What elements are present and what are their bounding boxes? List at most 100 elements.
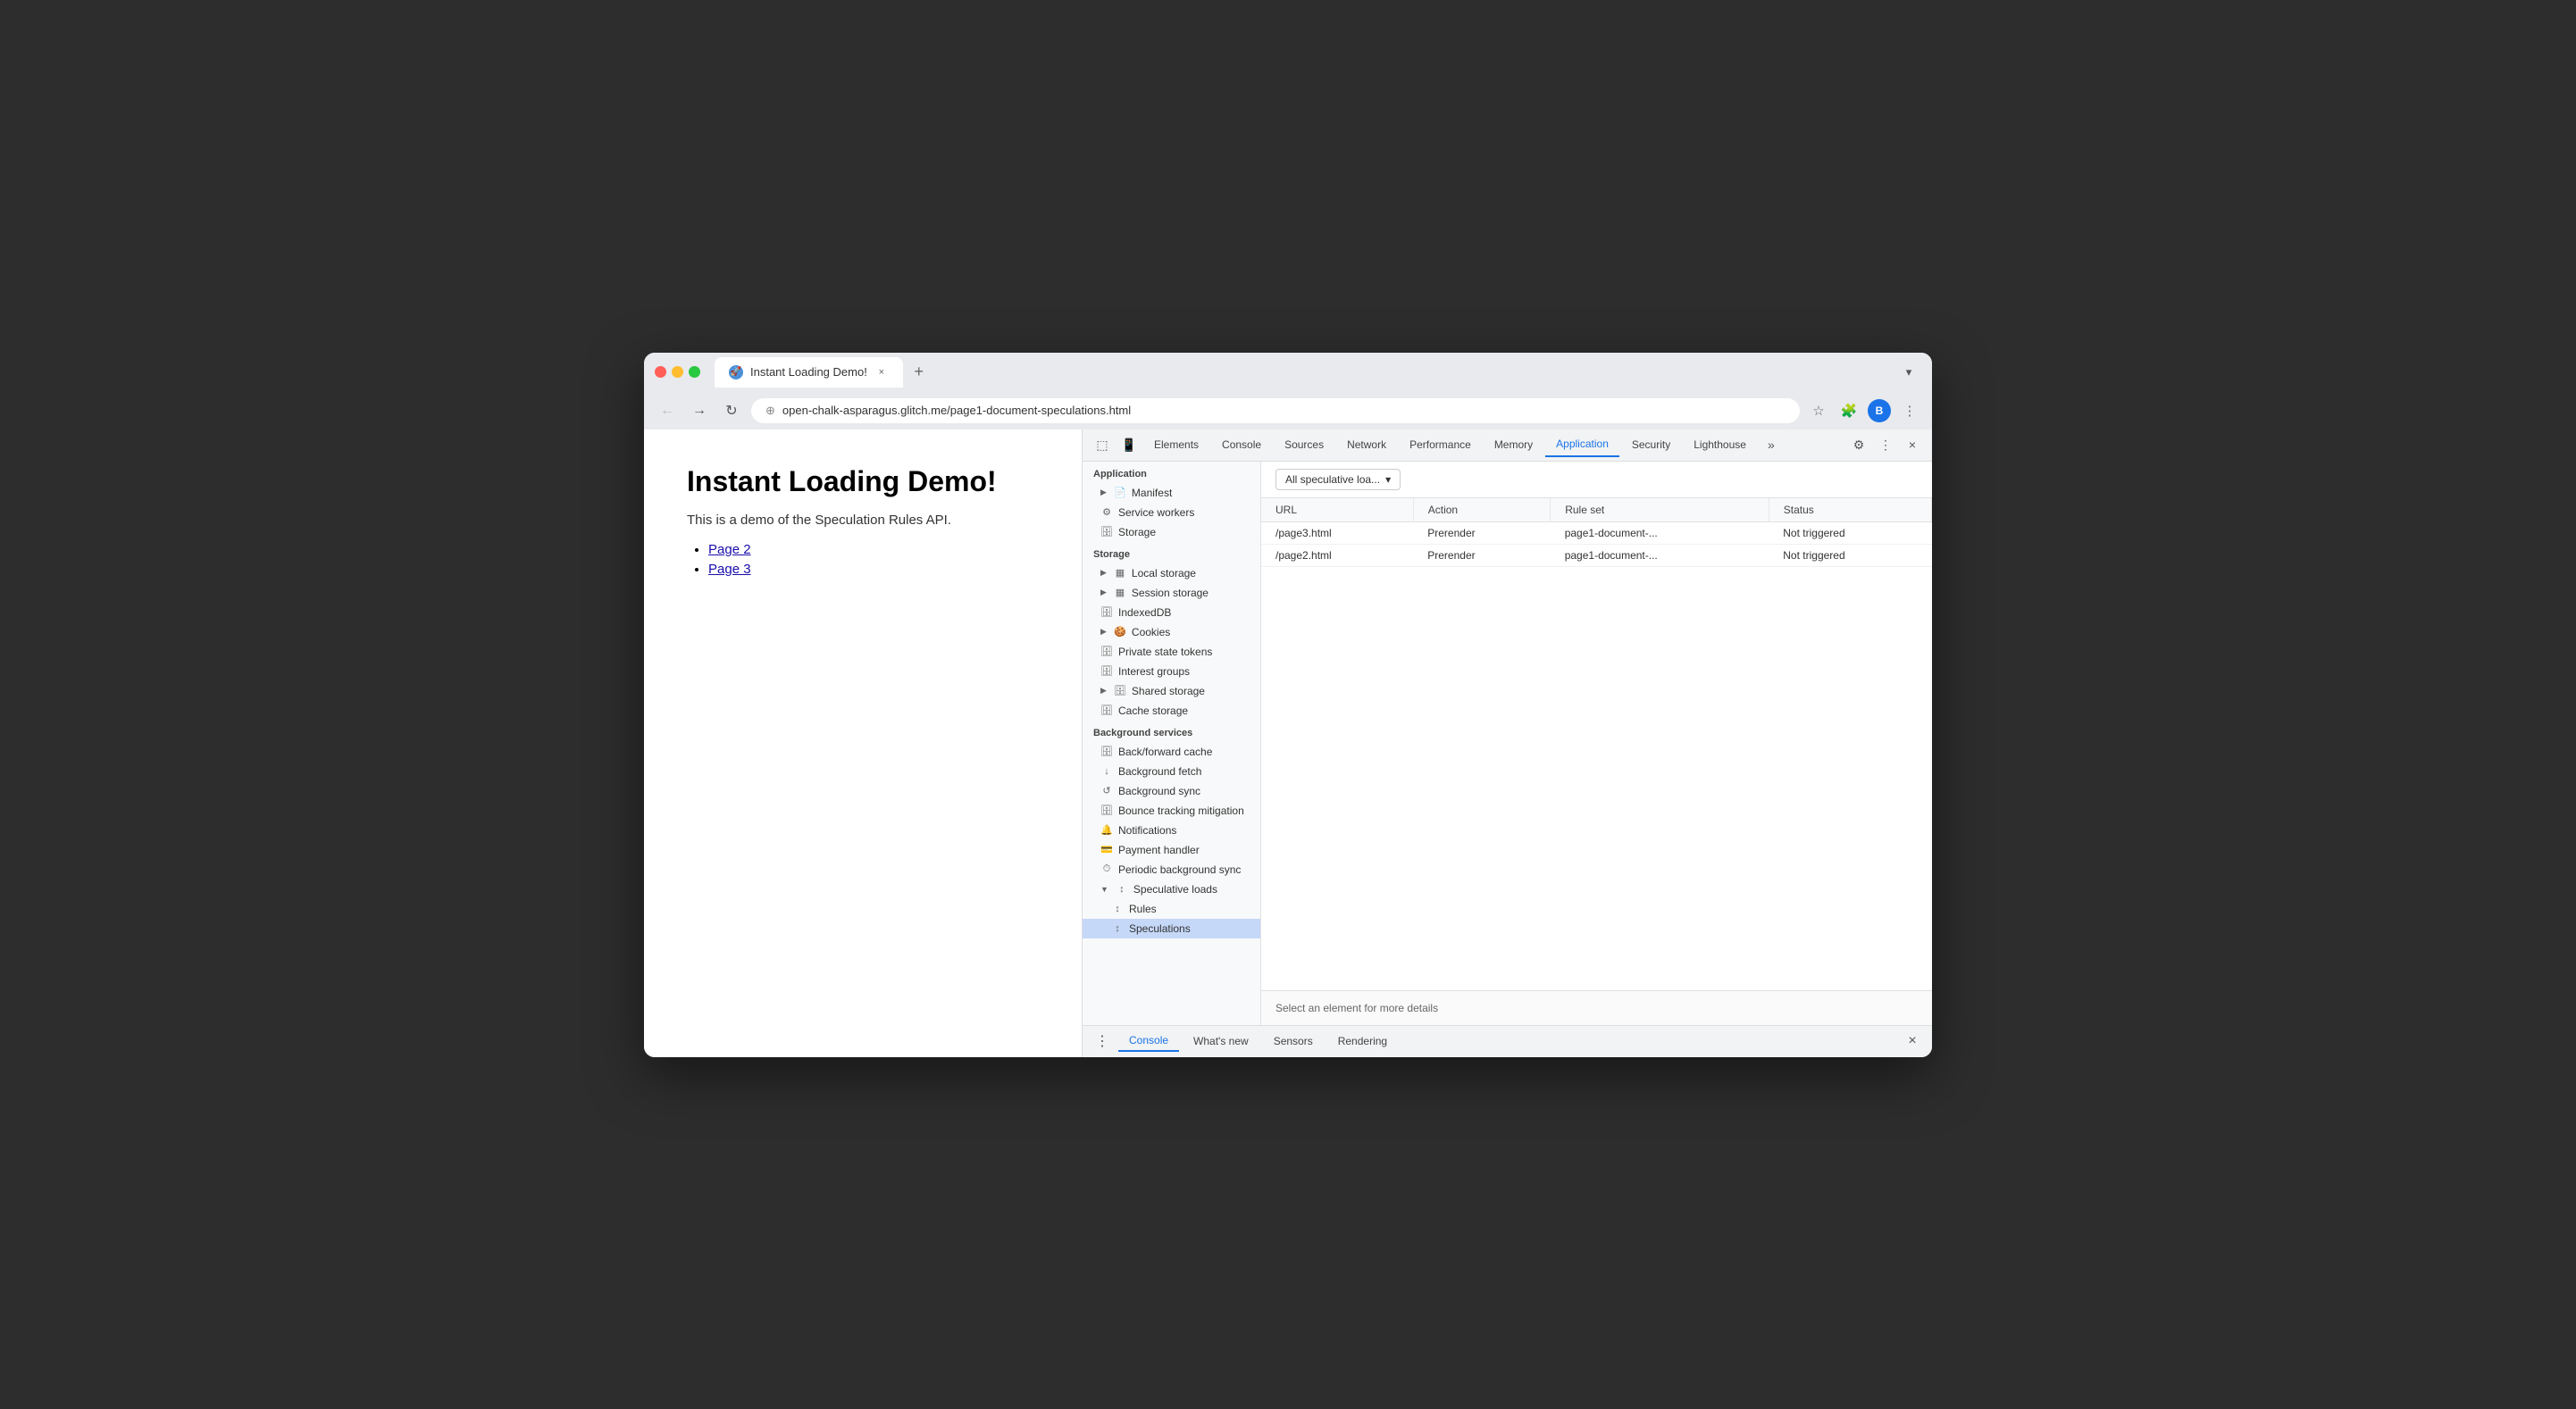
page3-link[interactable]: Page 3: [708, 562, 751, 577]
main-content: Instant Loading Demo! This is a demo of …: [644, 429, 1932, 1057]
address-bar: ← → ↻ ⊕ open-chalk-asparagus.glitch.me/p…: [644, 392, 1932, 429]
browser-window: 🚀 Instant Loading Demo! × + ▾ ← → ↻ ⊕ op…: [644, 353, 1932, 1057]
close-traffic-light[interactable]: [655, 366, 666, 378]
bottom-menu-button[interactable]: ⋮: [1090, 1029, 1115, 1054]
reload-button[interactable]: ↻: [719, 398, 744, 423]
dropdown-label: All speculative loa...: [1285, 473, 1380, 486]
sidebar-item-indexeddb[interactable]: 🗄 IndexedDB: [1083, 603, 1260, 622]
table-row[interactable]: /page3.html Prerender page1-document-...…: [1261, 521, 1932, 544]
sidebar-item-background-fetch[interactable]: ↓ Background fetch: [1083, 762, 1260, 781]
sidebar-item-interest-groups[interactable]: 🗄 Interest groups: [1083, 662, 1260, 681]
tab-performance[interactable]: Performance: [1399, 433, 1482, 456]
sidebar-item-notifications[interactable]: 🔔 Notifications: [1083, 821, 1260, 840]
bottom-close-button[interactable]: ×: [1900, 1029, 1925, 1054]
new-tab-button[interactable]: +: [907, 360, 932, 385]
storage-label: Storage: [1118, 526, 1156, 538]
tab-close-button[interactable]: ×: [874, 365, 889, 379]
url-display: open-chalk-asparagus.glitch.me/page1-doc…: [782, 404, 1131, 417]
sidebar-item-local-storage[interactable]: ▶ ▦ Local storage: [1083, 563, 1260, 583]
sidebar-item-rules[interactable]: ↕ Rules: [1083, 899, 1260, 919]
private-state-tokens-label: Private state tokens: [1118, 646, 1212, 658]
sidebar-item-service-workers[interactable]: ⚙ Service workers: [1083, 503, 1260, 522]
devtools-close-button[interactable]: ×: [1900, 432, 1925, 457]
devtools-main: All speculative loa... ▾ URL Action Rule…: [1261, 462, 1932, 1025]
more-tabs-button[interactable]: »: [1759, 432, 1784, 457]
interest-groups-icon: 🗄: [1100, 665, 1113, 678]
cache-storage-label: Cache storage: [1118, 704, 1188, 717]
sidebar-item-shared-storage[interactable]: ▶ 🗄 Shared storage: [1083, 681, 1260, 701]
notifications-icon: 🔔: [1100, 824, 1113, 837]
background-sync-icon: ↺: [1100, 785, 1113, 797]
account-icon[interactable]: B: [1868, 399, 1891, 422]
tab-memory[interactable]: Memory: [1484, 433, 1543, 456]
periodic-sync-icon: ⏱: [1100, 863, 1113, 876]
bottom-tab-whats-new[interactable]: What's new: [1183, 1031, 1259, 1051]
page-subtitle: This is a demo of the Speculation Rules …: [687, 513, 1039, 528]
col-status: Status: [1769, 498, 1931, 522]
table-header-row: URL Action Rule set Status: [1261, 498, 1932, 522]
window-more-button[interactable]: ▾: [1896, 360, 1921, 385]
sidebar-item-session-storage[interactable]: ▶ ▦ Session storage: [1083, 583, 1260, 603]
session-storage-icon: ▦: [1114, 587, 1126, 599]
sidebar-item-cookies[interactable]: ▶ 🍪 Cookies: [1083, 622, 1260, 642]
sidebar-item-private-state-tokens[interactable]: 🗄 Private state tokens: [1083, 642, 1260, 662]
service-workers-label: Service workers: [1118, 506, 1194, 519]
details-panel: Select an element for more details: [1261, 990, 1932, 1025]
back-button[interactable]: ←: [655, 398, 680, 423]
tab-console[interactable]: Console: [1211, 433, 1272, 456]
devtools-toolbar: ⬚ 📱 Elements Console Sources Network Per…: [1083, 429, 1932, 462]
session-storage-label: Session storage: [1132, 587, 1209, 599]
tab-sources[interactable]: Sources: [1274, 433, 1334, 456]
bottom-tab-sensors[interactable]: Sensors: [1263, 1031, 1324, 1051]
tab-network[interactable]: Network: [1336, 433, 1397, 456]
cell-status: Not triggered: [1769, 544, 1931, 566]
storage-icon: 🗄: [1100, 526, 1113, 538]
sidebar-item-periodic-sync[interactable]: ⏱ Periodic background sync: [1083, 860, 1260, 880]
all-speculative-dropdown[interactable]: All speculative loa... ▾: [1275, 469, 1401, 490]
sidebar-item-back-forward-cache[interactable]: 🗄 Back/forward cache: [1083, 742, 1260, 762]
table-row[interactable]: /page2.html Prerender page1-document-...…: [1261, 544, 1932, 566]
active-tab[interactable]: 🚀 Instant Loading Demo! ×: [715, 357, 903, 388]
col-action: Action: [1413, 498, 1550, 522]
sidebar-item-payment-handler[interactable]: 💳 Payment handler: [1083, 840, 1260, 860]
list-item: Page 3: [708, 562, 1039, 578]
forward-button[interactable]: →: [687, 398, 712, 423]
speculations-icon: ↕: [1111, 922, 1124, 935]
sidebar-item-storage[interactable]: 🗄 Storage: [1083, 522, 1260, 542]
chevron-down-icon: ▾: [1385, 473, 1391, 486]
cookies-label: Cookies: [1132, 626, 1170, 638]
background-services-header: Background services: [1083, 721, 1260, 742]
inspect-element-button[interactable]: ⬚: [1090, 432, 1115, 457]
bottom-tab-rendering[interactable]: Rendering: [1327, 1031, 1398, 1051]
notifications-label: Notifications: [1118, 824, 1176, 837]
device-toggle-button[interactable]: 📱: [1117, 432, 1142, 457]
tab-security[interactable]: Security: [1621, 433, 1681, 456]
extensions-icon[interactable]: 🧩: [1837, 399, 1861, 422]
devtools-more-button[interactable]: ⋮: [1873, 432, 1898, 457]
devtools-settings-button[interactable]: ⚙: [1846, 432, 1871, 457]
sidebar-item-bounce-tracking[interactable]: 🗄 Bounce tracking mitigation: [1083, 801, 1260, 821]
cell-url: /page3.html: [1261, 521, 1413, 544]
bottom-tab-console[interactable]: Console: [1118, 1030, 1179, 1052]
window-controls: ▾: [1896, 360, 1921, 385]
minimize-traffic-light[interactable]: [672, 366, 683, 378]
address-input[interactable]: ⊕ open-chalk-asparagus.glitch.me/page1-d…: [751, 398, 1800, 423]
service-workers-icon: ⚙: [1100, 506, 1113, 519]
bookmark-icon[interactable]: ☆: [1807, 399, 1830, 422]
page2-link[interactable]: Page 2: [708, 542, 751, 557]
cell-action: Prerender: [1413, 521, 1550, 544]
sidebar-item-background-sync[interactable]: ↺ Background sync: [1083, 781, 1260, 801]
storage-section-header: Storage: [1083, 542, 1260, 563]
sidebar-item-speculations[interactable]: ↕ Speculations: [1083, 919, 1260, 938]
sidebar-item-speculative-loads[interactable]: ▼ ↕ Speculative loads: [1083, 880, 1260, 899]
tab-elements[interactable]: Elements: [1143, 433, 1209, 456]
tab-lighthouse[interactable]: Lighthouse: [1683, 433, 1757, 456]
sidebar-item-manifest[interactable]: ▶ 📄 Manifest: [1083, 483, 1260, 503]
sidebar-item-cache-storage[interactable]: 🗄 Cache storage: [1083, 701, 1260, 721]
cell-url: /page2.html: [1261, 544, 1413, 566]
more-icon[interactable]: ⋮: [1898, 399, 1921, 422]
list-item: Page 2: [708, 542, 1039, 558]
manifest-label: Manifest: [1132, 487, 1172, 499]
fullscreen-traffic-light[interactable]: [689, 366, 700, 378]
tab-application[interactable]: Application: [1545, 432, 1619, 457]
